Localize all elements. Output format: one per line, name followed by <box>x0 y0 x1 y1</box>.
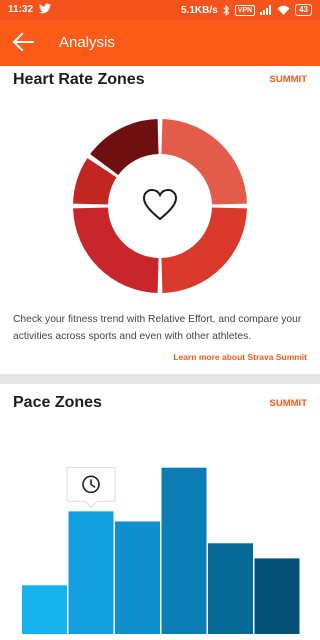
net-speed: 5.1KB/s <box>181 4 218 16</box>
vpn-badge: VPN <box>234 4 256 16</box>
bluetooth-icon <box>223 4 229 16</box>
heart-rate-summit-link[interactable]: SUMMIT <box>270 74 307 85</box>
pace-card: Pace Zones SUMMIT <box>0 384 320 640</box>
pace-zone-bar-2 <box>68 511 114 634</box>
pace-zone-bar-1 <box>22 585 67 634</box>
status-time: 11:32 <box>8 4 34 15</box>
pace-zone-bar-5 <box>208 543 253 634</box>
pace-zone-bar-4 <box>161 467 207 634</box>
battery-indicator: 43 <box>295 4 312 16</box>
heart-rate-title: Heart Rate Zones <box>13 71 145 88</box>
arrow-left-icon[interactable] <box>12 32 34 52</box>
heart-rate-description: Check your fitness trend with Relative E… <box>13 314 302 342</box>
pace-zone-chart <box>22 466 300 634</box>
app-bar: Analysis <box>0 20 320 66</box>
learn-more-link[interactable]: Learn more about Strava Summit <box>173 352 307 362</box>
heart-outline-icon <box>142 188 178 221</box>
page-title: Analysis <box>59 34 115 51</box>
status-bar: 11:32 5.1KB/s VPN 43 <box>0 0 320 20</box>
wifi-icon <box>277 5 290 15</box>
twitter-icon <box>39 3 51 14</box>
clock-icon <box>66 466 116 509</box>
section-divider <box>0 374 320 384</box>
heart-rate-card: Heart Rate Zones SUMMIT Check your fitne… <box>0 66 320 374</box>
heart-rate-zone-5 <box>90 119 159 175</box>
pace-zone-bar-6 <box>254 558 300 634</box>
pace-zone-bar-3 <box>115 521 160 634</box>
signal-icon <box>260 5 272 15</box>
